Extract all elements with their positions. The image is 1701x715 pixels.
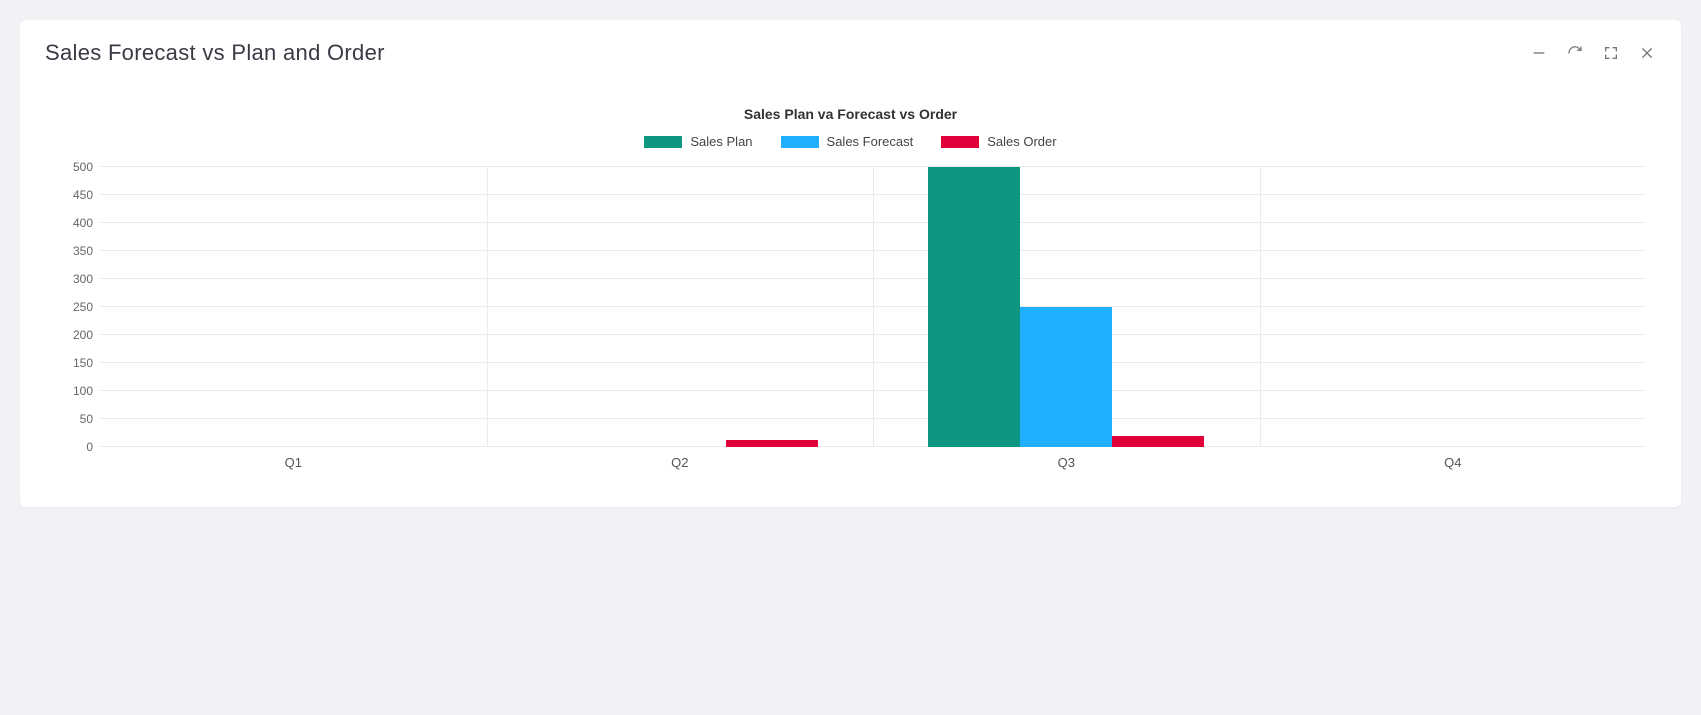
y-tick-label: 0 [45,440,93,454]
legend-label: Sales Plan [690,134,752,149]
category-group: Q2 [487,167,874,447]
chart-legend: Sales Plan Sales Forecast Sales Order [45,134,1656,149]
bar-order[interactable] [726,440,818,447]
y-tick-label: 100 [45,384,93,398]
minimize-icon[interactable] [1530,44,1548,62]
y-tick-label: 500 [45,160,93,174]
bar-cluster [155,167,431,447]
bar-forecast[interactable] [1020,307,1112,447]
chart-plot: Q1Q2Q3Q4 050100150200250300350400450500 [45,157,1656,477]
legend-item-sales-order[interactable]: Sales Order [941,134,1056,149]
chart-title: Sales Plan va Forecast vs Order [45,106,1656,122]
y-tick-label: 250 [45,300,93,314]
legend-label: Sales Order [987,134,1056,149]
bar-cluster [1315,167,1591,447]
legend-item-sales-plan[interactable]: Sales Plan [644,134,752,149]
refresh-icon[interactable] [1566,44,1584,62]
y-tick-label: 50 [45,412,93,426]
legend-item-sales-forecast[interactable]: Sales Forecast [781,134,914,149]
category-group: Q1 [100,167,487,447]
chart-card: Sales Forecast vs Plan and Order [20,20,1681,507]
legend-swatch-order [941,136,979,148]
chart: Sales Plan va Forecast vs Order Sales Pl… [45,106,1656,477]
legend-swatch-plan [644,136,682,148]
y-tick-label: 300 [45,272,93,286]
card-actions [1530,44,1656,62]
y-tick-label: 350 [45,244,93,258]
y-tick-label: 200 [45,328,93,342]
category-group: Q4 [1260,167,1647,447]
y-tick-label: 400 [45,216,93,230]
y-tick-label: 450 [45,188,93,202]
legend-label: Sales Forecast [827,134,914,149]
x-tick-label: Q3 [1058,455,1075,470]
bar-cluster [542,167,818,447]
x-tick-label: Q4 [1444,455,1461,470]
close-icon[interactable] [1638,44,1656,62]
x-tick-label: Q1 [285,455,302,470]
category-group: Q3 [873,167,1260,447]
card-header: Sales Forecast vs Plan and Order [45,40,1656,66]
bar-plan[interactable] [928,167,1020,447]
bar-order[interactable] [1112,436,1204,447]
fullscreen-icon[interactable] [1602,44,1620,62]
card-title: Sales Forecast vs Plan and Order [45,40,385,66]
x-tick-label: Q2 [671,455,688,470]
bar-cluster [928,167,1204,447]
y-tick-label: 150 [45,356,93,370]
legend-swatch-forecast [781,136,819,148]
